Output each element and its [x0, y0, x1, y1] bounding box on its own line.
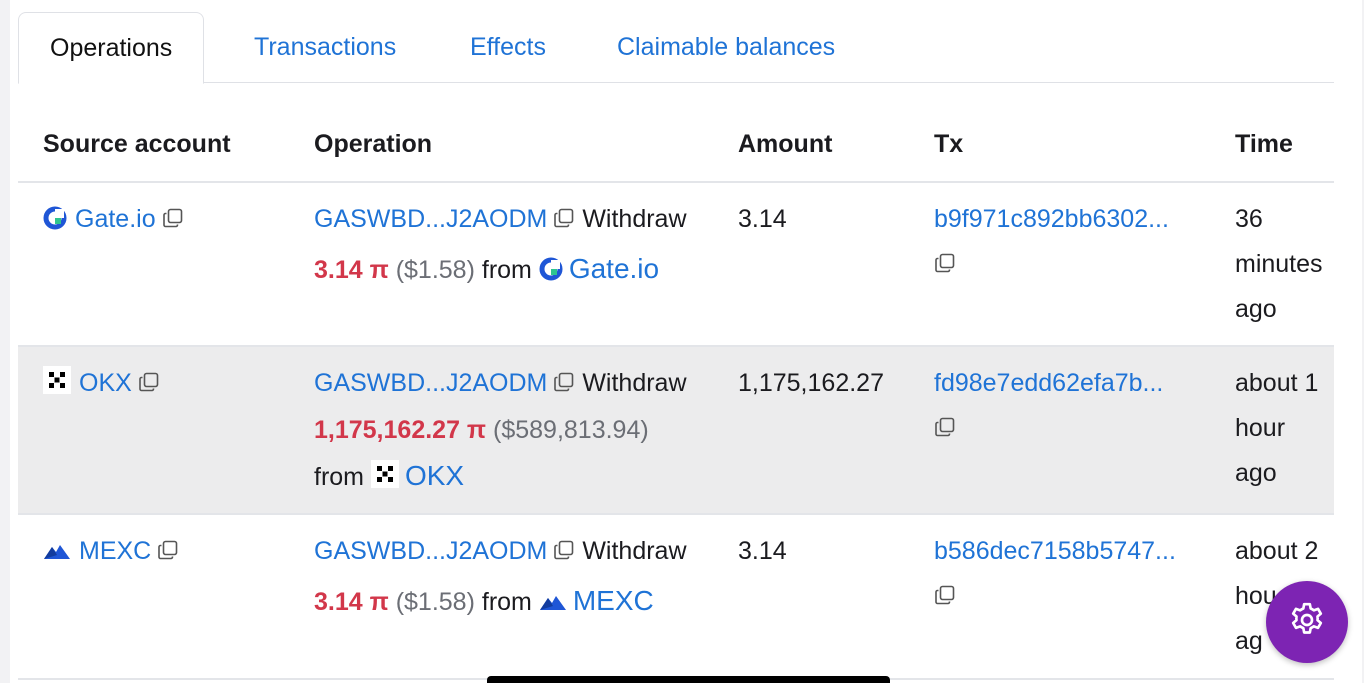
tab-bar: Operations Transactions Effects Claimabl…: [18, 12, 1334, 84]
source-account-link[interactable]: OKX: [79, 369, 132, 397]
amount-cell: 3.14: [738, 537, 787, 565]
operation-amount: 1,175,162.27 π: [314, 416, 487, 444]
time-text: minutes: [1235, 250, 1323, 278]
operation-from-label: from: [314, 463, 364, 491]
tx-cell: b586dec7158b5747...: [934, 529, 1176, 621]
operation-cell: GASWBD...J2AODM Withdraw 3.14 π ($1.58) …: [314, 197, 687, 296]
table-row: OKX GASWBD...J2AODM Withdraw 1,175,162.2…: [18, 347, 1334, 515]
operation-from-label: from: [481, 588, 532, 616]
tx-hash-link[interactable]: b9f971c892bb6302...: [934, 197, 1169, 242]
time-text: ago: [1235, 459, 1277, 487]
operation-from-label: from: [481, 256, 532, 284]
source-account-link[interactable]: Gate.io: [75, 205, 156, 233]
operation-from-link[interactable]: OKX: [405, 460, 464, 491]
mexc-icon: [43, 532, 71, 577]
operation-account-link[interactable]: GASWBD...J2AODM: [314, 369, 547, 397]
source-account-link[interactable]: MEXC: [79, 537, 151, 565]
gear-icon: [1287, 600, 1327, 645]
copy-icon[interactable]: [553, 199, 575, 244]
tx-cell: b9f971c892bb6302...: [934, 197, 1169, 289]
time-text: hour: [1235, 414, 1286, 442]
tx-hash-link[interactable]: fd98e7edd62efa7b...: [934, 361, 1163, 406]
copy-icon[interactable]: [162, 199, 184, 244]
tx-cell: fd98e7edd62efa7b...: [934, 361, 1163, 453]
copy-icon[interactable]: [138, 363, 160, 408]
source-account-cell: Gate.io: [43, 197, 184, 245]
copy-icon[interactable]: [553, 363, 575, 408]
time-text: ago: [1235, 295, 1277, 323]
operation-usd-value: ($1.58): [395, 256, 475, 284]
copy-icon[interactable]: [934, 244, 956, 289]
time-cell: about 1 hour ago: [1235, 361, 1318, 496]
operation-usd-value: ($1.58): [395, 588, 475, 616]
operation-usd-value: ($589,813.94): [493, 416, 649, 444]
tab-claimable-balances[interactable]: Claimable balances: [617, 12, 835, 83]
gateio-icon: [539, 251, 563, 296]
copy-icon[interactable]: [934, 408, 956, 453]
time-cell: 36 minutes ago: [1235, 197, 1323, 332]
copy-icon[interactable]: [553, 531, 575, 576]
operation-from-link[interactable]: Gate.io: [569, 253, 659, 284]
operation-from-link[interactable]: MEXC: [573, 585, 654, 616]
column-header-amount: Amount: [738, 130, 833, 158]
time-text: about 1: [1235, 369, 1319, 397]
amount-cell: 3.14: [738, 205, 787, 233]
column-header-tx: Tx: [934, 130, 964, 158]
column-header-source: Source account: [43, 130, 231, 158]
column-header-operation: Operation: [314, 130, 433, 158]
time-text: about 2: [1235, 537, 1319, 565]
copy-icon[interactable]: [157, 531, 179, 576]
column-header-time: Time: [1235, 130, 1293, 158]
operation-cell: GASWBD...J2AODM Withdraw 1,175,162.27 π …: [314, 361, 687, 503]
tab-operations[interactable]: Operations: [18, 12, 205, 84]
okx-icon: [43, 364, 71, 409]
okx-icon: [370, 458, 399, 503]
mexc-icon: [539, 583, 567, 628]
operation-account-link[interactable]: GASWBD...J2AODM: [314, 205, 547, 233]
home-indicator: [487, 676, 890, 683]
table-row: Gate.io GASWBD...J2AODM Withdraw 3.14 π …: [18, 183, 1334, 347]
tab-transactions[interactable]: Transactions: [254, 12, 396, 83]
tab-effects[interactable]: Effects: [470, 12, 546, 83]
operation-type: Withdraw: [582, 537, 687, 565]
gateio-icon: [43, 200, 67, 245]
operation-account-link[interactable]: GASWBD...J2AODM: [314, 537, 547, 565]
operation-amount: 3.14 π: [314, 588, 389, 616]
operation-cell: GASWBD...J2AODM Withdraw 3.14 π ($1.58) …: [314, 529, 687, 628]
time-text: 36: [1235, 205, 1263, 233]
copy-icon[interactable]: [934, 576, 956, 621]
source-account-cell: MEXC: [43, 529, 179, 577]
settings-button[interactable]: [1266, 581, 1348, 663]
operation-type: Withdraw: [582, 369, 687, 397]
operation-amount: 3.14 π: [314, 256, 389, 284]
source-account-cell: OKX: [43, 361, 160, 409]
amount-cell: 1,175,162.27: [738, 369, 884, 397]
operation-type: Withdraw: [582, 205, 687, 233]
table-row: MEXC GASWBD...J2AODM Withdraw 3.14 π ($1…: [18, 515, 1334, 680]
tx-hash-link[interactable]: b586dec7158b5747...: [934, 529, 1176, 574]
